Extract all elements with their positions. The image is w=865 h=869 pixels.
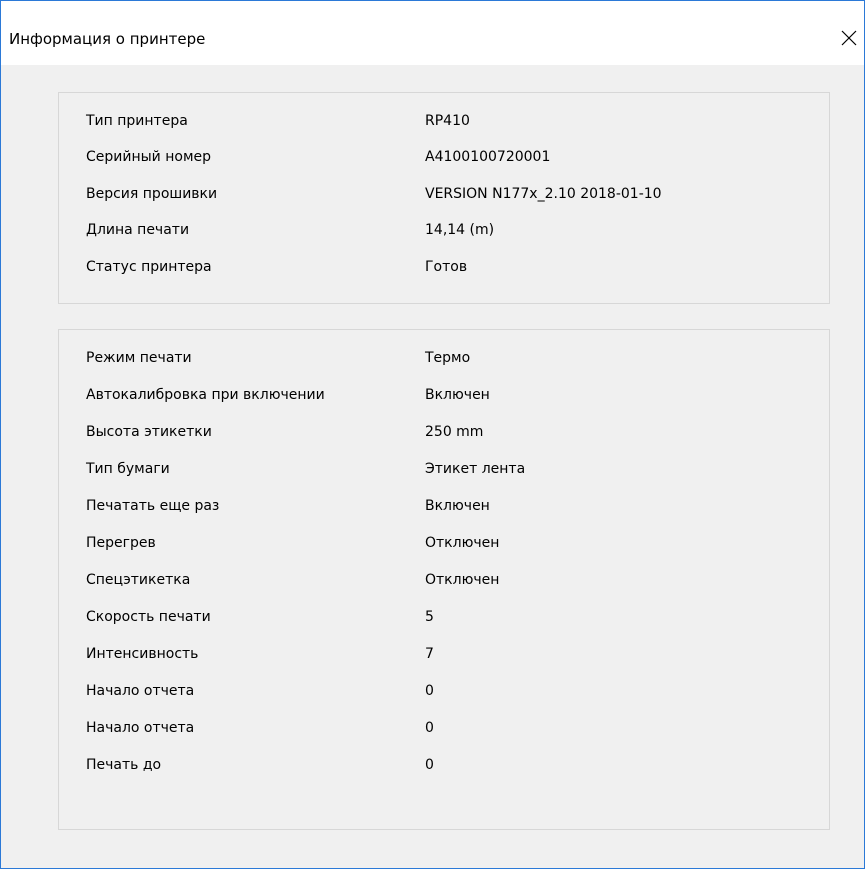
settings-label: Тип бумаги xyxy=(86,461,170,477)
printer-info-dialog: Информация о принтере Тип принтера RP410… xyxy=(0,0,865,869)
title-bar: Информация о принтере xyxy=(1,1,864,65)
settings-value: 0 xyxy=(425,720,434,736)
settings-row: Режим печати Термо xyxy=(59,350,829,374)
settings-row: Скорость печати 5 xyxy=(59,609,829,633)
info-value: RP410 xyxy=(425,113,470,129)
info-label: Статус принтера xyxy=(86,259,212,275)
settings-label: Перегрев xyxy=(86,535,156,551)
info-label: Тип принтера xyxy=(86,113,188,129)
settings-value: Включен xyxy=(425,498,490,514)
info-label: Версия прошивки xyxy=(86,186,218,202)
info-value: A4100100720001 xyxy=(425,149,551,165)
settings-label: Спецэтикетка xyxy=(86,572,191,588)
settings-row: Тип бумаги Этикет лента xyxy=(59,461,829,485)
window-title: Информация о принтере xyxy=(9,30,206,48)
settings-label: Печать до xyxy=(86,757,162,773)
settings-row: Печать до 0 xyxy=(59,757,829,781)
close-button[interactable] xyxy=(834,23,864,53)
settings-row: Начало отчета 0 xyxy=(59,720,829,744)
info-row: Тип принтера RP410 xyxy=(59,113,829,137)
close-icon xyxy=(841,30,857,46)
info-row: Длина печати 14,14 (m) xyxy=(59,222,829,246)
settings-value: Отключен xyxy=(425,535,500,551)
info-value: VERSION N177x_2.10 2018-01-10 xyxy=(425,186,662,202)
settings-value: 0 xyxy=(425,683,434,699)
settings-label: Начало отчета xyxy=(86,683,195,699)
settings-value: Этикет лента xyxy=(425,461,526,477)
printer-info-panel: Тип принтера RP410 Серийный номер A41001… xyxy=(58,92,830,304)
settings-row: Высота этикетки 250 mm xyxy=(59,424,829,448)
settings-row: Интенсивность 7 xyxy=(59,646,829,670)
settings-value: 250 mm xyxy=(425,424,484,440)
settings-value: 7 xyxy=(425,646,434,662)
info-row: Статус принтера Готов xyxy=(59,259,829,283)
info-label: Серийный номер xyxy=(86,149,212,165)
settings-row: Печатать еще раз Включен xyxy=(59,498,829,522)
settings-label: Печатать еще раз xyxy=(86,498,220,514)
settings-row: Перегрев Отключен xyxy=(59,535,829,559)
settings-label: Высота этикетки xyxy=(86,424,212,440)
settings-row: Автокалибровка при включении Включен xyxy=(59,387,829,411)
settings-label: Скорость печати xyxy=(86,609,211,625)
settings-row: Начало отчета 0 xyxy=(59,683,829,707)
settings-row: Спецэтикетка Отключен xyxy=(59,572,829,596)
settings-value: Отключен xyxy=(425,572,500,588)
settings-label: Начало отчета xyxy=(86,720,195,736)
info-row: Версия прошивки VERSION N177x_2.10 2018-… xyxy=(59,186,829,210)
info-label: Длина печати xyxy=(86,222,190,238)
settings-value: Термо xyxy=(425,350,471,366)
info-row: Серийный номер A4100100720001 xyxy=(59,149,829,173)
settings-label: Режим печати xyxy=(86,350,192,366)
info-value: Готов xyxy=(425,259,468,275)
settings-panel: Режим печати Термо Автокалибровка при вк… xyxy=(58,329,830,830)
settings-value: 0 xyxy=(425,757,434,773)
settings-value: Включен xyxy=(425,387,490,403)
settings-value: 5 xyxy=(425,609,434,625)
settings-label: Автокалибровка при включении xyxy=(86,387,325,403)
settings-label: Интенсивность xyxy=(86,646,199,662)
info-value: 14,14 (m) xyxy=(425,222,495,238)
